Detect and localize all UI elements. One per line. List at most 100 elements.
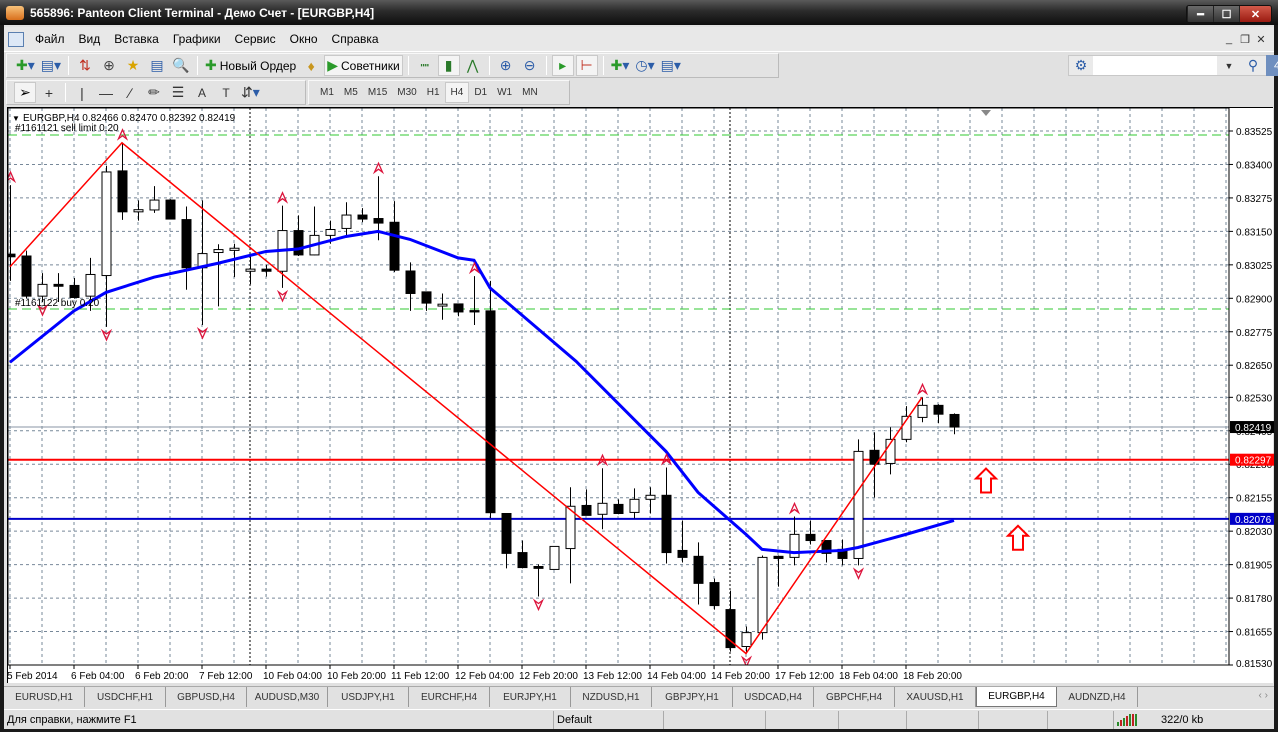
fractal-up-arrow-icon xyxy=(8,170,17,184)
app-icon xyxy=(6,5,24,20)
y-tick-label: 0.82775 xyxy=(1236,328,1273,339)
y-tick-label: 0.82650 xyxy=(1236,361,1273,372)
timeframe-m30[interactable]: M30 xyxy=(392,82,421,103)
search-settings-button[interactable]: ⚙ xyxy=(1070,55,1092,76)
x-tick-label: 5 Feb 2014 xyxy=(8,671,58,682)
bar-chart-button[interactable]: ┉ xyxy=(414,55,436,76)
search-button[interactable]: ⚲ xyxy=(1242,55,1264,76)
chart-tab[interactable]: GBPJPY,H1 xyxy=(652,687,733,707)
mdi-close-button[interactable]: ✕ xyxy=(1254,31,1268,47)
menu-file[interactable]: Файл xyxy=(28,32,72,46)
new-chart-button[interactable]: ✚ ▾ xyxy=(14,55,37,76)
zoom-in-button[interactable]: ⊕ xyxy=(495,55,517,76)
templates-button[interactable]: ▤ ▾ xyxy=(659,55,683,76)
timeframe-m5[interactable]: M5 xyxy=(339,82,363,103)
search-dropdown[interactable]: ▼ xyxy=(1218,55,1240,76)
timeframe-d1[interactable]: D1 xyxy=(469,82,492,103)
expert-advisors-button[interactable]: ▶ Советники xyxy=(324,55,403,76)
metaeditor-button[interactable]: ♦ xyxy=(300,55,322,76)
menu-window[interactable]: Окно xyxy=(283,32,325,46)
chart-tab[interactable]: AUDUSD,M30 xyxy=(247,687,328,707)
chart-tab[interactable]: EURJPY,H1 xyxy=(490,687,571,707)
connection-bars-icon xyxy=(1117,713,1137,726)
mdi-restore-button[interactable]: ❐ xyxy=(1238,31,1252,47)
chart-tab[interactable]: EURUSD,H1 xyxy=(4,687,85,707)
fractal-down-arrow-icon xyxy=(276,289,289,303)
fibonacci-button[interactable]: ☰ xyxy=(167,82,189,103)
chart-shift-marker[interactable] xyxy=(981,110,991,116)
profiles-button[interactable]: ▤ ▾ xyxy=(39,55,63,76)
candle-bear xyxy=(261,268,272,272)
timeframe-mn[interactable]: MN xyxy=(517,82,543,103)
crosshair-button[interactable]: + xyxy=(38,82,60,103)
price-chart[interactable]: 0.83525 0.83400 0.83275 0.83150 0.83025 0.829… xyxy=(8,108,1274,684)
chart-document-icon[interactable] xyxy=(8,31,24,47)
chart-tab[interactable]: AUDNZD,H4 xyxy=(1057,687,1138,707)
y-tick-label: 0.82900 xyxy=(1236,294,1273,305)
candlestick-button[interactable]: ▮ xyxy=(437,55,460,76)
menu-view[interactable]: Вид xyxy=(72,32,108,46)
chart-tab[interactable]: USDJPY,H1 xyxy=(328,687,409,707)
timeframe-w1[interactable]: W1 xyxy=(492,82,517,103)
x-tick-label: 14 Feb 20:00 xyxy=(711,671,770,682)
line-chart-button[interactable]: ⋀ xyxy=(462,55,484,76)
equidistant-channel-button[interactable]: ✏ xyxy=(143,82,165,103)
chart-shift-button[interactable]: ⊢ xyxy=(575,55,598,76)
chart-tab[interactable]: USDCHF,H1 xyxy=(85,687,166,707)
vertical-line-button[interactable]: | xyxy=(71,82,93,103)
timeframe-h4[interactable]: H4 xyxy=(444,82,470,103)
indicators-button[interactable]: ✚ ▾ xyxy=(609,55,632,76)
strategy-tester-button[interactable]: 🔍 xyxy=(170,55,192,76)
candle-bear xyxy=(677,549,688,558)
market-watch-button[interactable]: ⇅ xyxy=(74,55,96,76)
mdi-minimize-button[interactable]: _ xyxy=(1222,31,1236,47)
chart-tab[interactable]: XAUUSD,H1 xyxy=(895,687,976,707)
zigzag-line xyxy=(9,141,923,655)
auto-scroll-button[interactable]: ▸ xyxy=(551,55,574,76)
arrows-button[interactable]: ⇵ ▾ xyxy=(239,82,262,103)
search-input[interactable] xyxy=(1093,56,1217,75)
connection-status[interactable]: 322/0 kb xyxy=(1114,711,1269,729)
maximize-button[interactable]: ☐ xyxy=(1213,6,1239,22)
cursor-button[interactable]: ➢ xyxy=(14,82,36,103)
timeframe-m15[interactable]: M15 xyxy=(363,82,392,103)
new-order-button[interactable]: ✚ Новый Ордер xyxy=(203,55,298,76)
status-cell xyxy=(979,710,1048,729)
chart-tab[interactable]: GBPCHF,H4 xyxy=(814,687,895,707)
chart-tab[interactable]: EURGBP,H4 xyxy=(976,687,1057,707)
periods-button[interactable]: ◷ ▾ xyxy=(633,55,656,76)
chart-tab[interactable]: NZDUSD,H1 xyxy=(571,687,652,707)
price-tag-label: 0.82076 xyxy=(1235,515,1272,526)
tab-scroll-arrows[interactable]: ‹ › xyxy=(1259,690,1268,701)
chart-tab[interactable]: EURCHF,H4 xyxy=(409,687,490,707)
chart-tab[interactable]: GBPUSD,H4 xyxy=(166,687,247,707)
up-arrow-object-icon[interactable] xyxy=(1005,524,1031,551)
menu-tools[interactable]: Сервис xyxy=(228,32,283,46)
candle-bear xyxy=(421,291,432,304)
menu-charts[interactable]: Графики xyxy=(166,32,228,46)
data-window-button[interactable]: ⊕ xyxy=(98,55,120,76)
chart-window[interactable]: 0.83525 0.83400 0.83275 0.83150 0.83025 0.829… xyxy=(7,107,1274,684)
arrows-icon: ⇵ xyxy=(241,84,253,100)
close-button[interactable]: ✕ xyxy=(1239,6,1271,22)
x-tick-label: 6 Feb 20:00 xyxy=(135,671,189,682)
up-arrow-object-icon[interactable] xyxy=(973,467,999,494)
horizontal-line-button[interactable]: — xyxy=(95,82,117,103)
terminal-button[interactable]: ▤ xyxy=(146,55,168,76)
candle-bear xyxy=(405,270,416,294)
timeframe-h1[interactable]: H1 xyxy=(422,82,445,103)
zoom-out-button[interactable]: ⊖ xyxy=(519,55,541,76)
text-button[interactable]: A xyxy=(191,82,213,103)
trendline-button[interactable]: ∕ xyxy=(119,82,141,103)
notifications-count: 4 xyxy=(1273,59,1278,72)
menu-help[interactable]: Справка xyxy=(325,32,386,46)
candle-bear xyxy=(485,310,496,514)
minimize-button[interactable]: ━ xyxy=(1187,6,1213,22)
text-label-button[interactable]: T xyxy=(215,82,237,103)
menu-insert[interactable]: Вставка xyxy=(107,32,166,46)
notifications-button[interactable]: 4 xyxy=(1266,55,1278,76)
timeframe-m1[interactable]: M1 xyxy=(315,82,339,103)
chart-header-arrow: ▼ xyxy=(12,114,20,123)
navigator-button[interactable]: ★ xyxy=(122,55,144,76)
chart-tab[interactable]: USDCAD,H4 xyxy=(733,687,814,707)
